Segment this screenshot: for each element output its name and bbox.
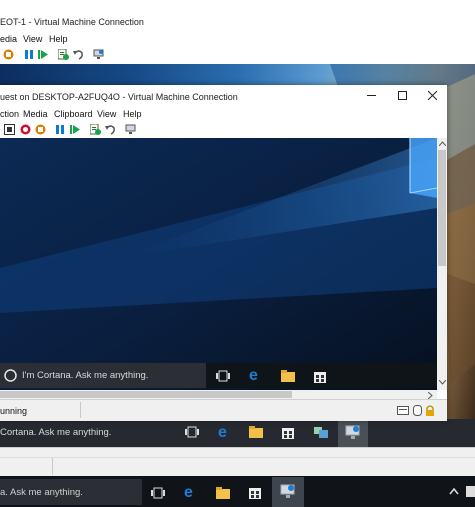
guest-task-view-icon[interactable] bbox=[216, 370, 230, 382]
inner-turn-off-icon[interactable] bbox=[35, 124, 46, 135]
ctrl-alt-del-icon[interactable] bbox=[4, 124, 15, 135]
inner-menu-view[interactable]: View bbox=[97, 109, 116, 119]
guest-store-icon[interactable] bbox=[314, 369, 326, 383]
svg-text:e: e bbox=[218, 424, 227, 439]
revert-icon[interactable] bbox=[73, 49, 84, 60]
svg-text:e: e bbox=[184, 484, 193, 499]
task-view-icon[interactable] bbox=[185, 426, 199, 438]
vertical-scroll-thumb[interactable] bbox=[438, 150, 446, 266]
turn-off-icon[interactable] bbox=[3, 49, 14, 60]
guest-cortana-search: I'm Cortana. Ask me anything. bbox=[22, 370, 149, 381]
scroll-up-arrow-icon[interactable] bbox=[439, 141, 446, 146]
close-icon[interactable] bbox=[428, 91, 437, 100]
inner-menu-bar: ction Media Clipboard View Help bbox=[0, 107, 447, 121]
host-cortana-search: a. Ask me anything. bbox=[0, 487, 83, 498]
inner-window-title: uest on DESKTOP-A2FUQ4O - Virtual Machin… bbox=[0, 92, 238, 102]
host-store-icon[interactable] bbox=[249, 485, 261, 499]
guest-desktop-screen[interactable] bbox=[0, 138, 437, 390]
inner-menu-action[interactable]: ction bbox=[0, 109, 19, 119]
status-text: unning bbox=[0, 406, 28, 416]
outer-status-bar bbox=[0, 447, 475, 476]
scroll-down-arrow-icon[interactable] bbox=[439, 380, 446, 385]
lock-icon bbox=[425, 405, 435, 416]
outer-status-cell bbox=[0, 457, 53, 475]
host-search-box[interactable]: a. Ask me anything. bbox=[0, 479, 142, 505]
inner-enhanced-session-icon[interactable] bbox=[125, 124, 136, 135]
outer-toolbar bbox=[0, 46, 475, 65]
outer-status-divider bbox=[0, 457, 475, 458]
mouse-icon bbox=[413, 405, 422, 416]
network-app-icon[interactable] bbox=[313, 424, 329, 440]
vertical-scrollbar[interactable] bbox=[437, 138, 447, 390]
stop-icon[interactable] bbox=[20, 124, 31, 135]
store-icon[interactable] bbox=[282, 425, 294, 439]
inner-checkpoint-icon[interactable] bbox=[90, 124, 101, 135]
minimize-icon[interactable] bbox=[367, 95, 376, 97]
outer-window-title: EOT-1 - Virtual Machine Connection bbox=[0, 17, 144, 27]
svg-text:e: e bbox=[249, 367, 258, 382]
inner-start-icon[interactable] bbox=[70, 124, 81, 135]
horizontal-scrollbar[interactable] bbox=[0, 390, 437, 399]
enhanced-session-icon[interactable] bbox=[93, 49, 104, 60]
edge-icon[interactable]: e bbox=[218, 424, 232, 439]
status-divider bbox=[80, 402, 81, 418]
host-task-view-icon[interactable] bbox=[151, 487, 165, 499]
file-explorer-icon[interactable] bbox=[249, 426, 263, 438]
host-vm-connection-button[interactable] bbox=[272, 477, 304, 507]
host-taskbar: a. Ask me anything. e bbox=[0, 477, 475, 507]
horizontal-scroll-thumb[interactable] bbox=[0, 391, 292, 398]
checkpoint-icon[interactable] bbox=[58, 49, 69, 60]
outer-menu-help[interactable]: Help bbox=[49, 34, 68, 44]
guest-search-box[interactable]: I'm Cortana. Ask me anything. bbox=[0, 363, 206, 388]
host-edge-icon[interactable]: e bbox=[184, 484, 198, 499]
inner-menu-clipboard[interactable]: Clipboard bbox=[54, 109, 93, 119]
outer-guest-taskbar: Cortana. Ask me anything. e bbox=[0, 419, 475, 447]
inner-title-bar: uest on DESKTOP-A2FUQ4O - Virtual Machin… bbox=[0, 85, 447, 107]
guest-file-explorer-icon[interactable] bbox=[281, 370, 295, 382]
outer-cortana-search[interactable]: Cortana. Ask me anything. bbox=[0, 427, 111, 438]
inner-status-bar: unning bbox=[0, 399, 447, 421]
inner-menu-help[interactable]: Help bbox=[123, 109, 142, 119]
guest-taskbar: I'm Cortana. Ask me anything. e bbox=[0, 363, 437, 388]
cortana-circle-icon bbox=[4, 369, 17, 382]
vm-connection-taskbar-button[interactable] bbox=[338, 419, 368, 447]
inner-vm-window: uest on DESKTOP-A2FUQ4O - Virtual Machin… bbox=[0, 85, 447, 421]
inner-pause-icon[interactable] bbox=[55, 124, 66, 135]
scroll-right-arrow-icon[interactable] bbox=[428, 392, 433, 399]
guest-edge-icon[interactable]: e bbox=[249, 367, 263, 382]
outer-menu-view[interactable]: View bbox=[23, 34, 42, 44]
keyboard-icon bbox=[397, 406, 409, 415]
vm-connection-icon bbox=[345, 425, 361, 440]
inner-menu-media[interactable]: Media bbox=[23, 109, 48, 119]
outer-menu-bar: edia View Help bbox=[0, 32, 475, 46]
host-file-explorer-icon[interactable] bbox=[216, 487, 230, 499]
chevron-up-icon[interactable] bbox=[449, 487, 459, 495]
start-icon[interactable] bbox=[38, 49, 49, 60]
inner-toolbar bbox=[0, 121, 447, 139]
outer-menu-media[interactable]: edia bbox=[0, 34, 17, 44]
inner-revert-icon[interactable] bbox=[105, 124, 116, 135]
host-vm-connection-icon bbox=[280, 484, 296, 499]
maximize-icon[interactable] bbox=[398, 91, 407, 100]
outer-title-bar: EOT-1 - Virtual Machine Connection bbox=[0, 0, 475, 33]
host-tray-icon[interactable] bbox=[466, 486, 475, 497]
pause-icon[interactable] bbox=[24, 49, 35, 60]
